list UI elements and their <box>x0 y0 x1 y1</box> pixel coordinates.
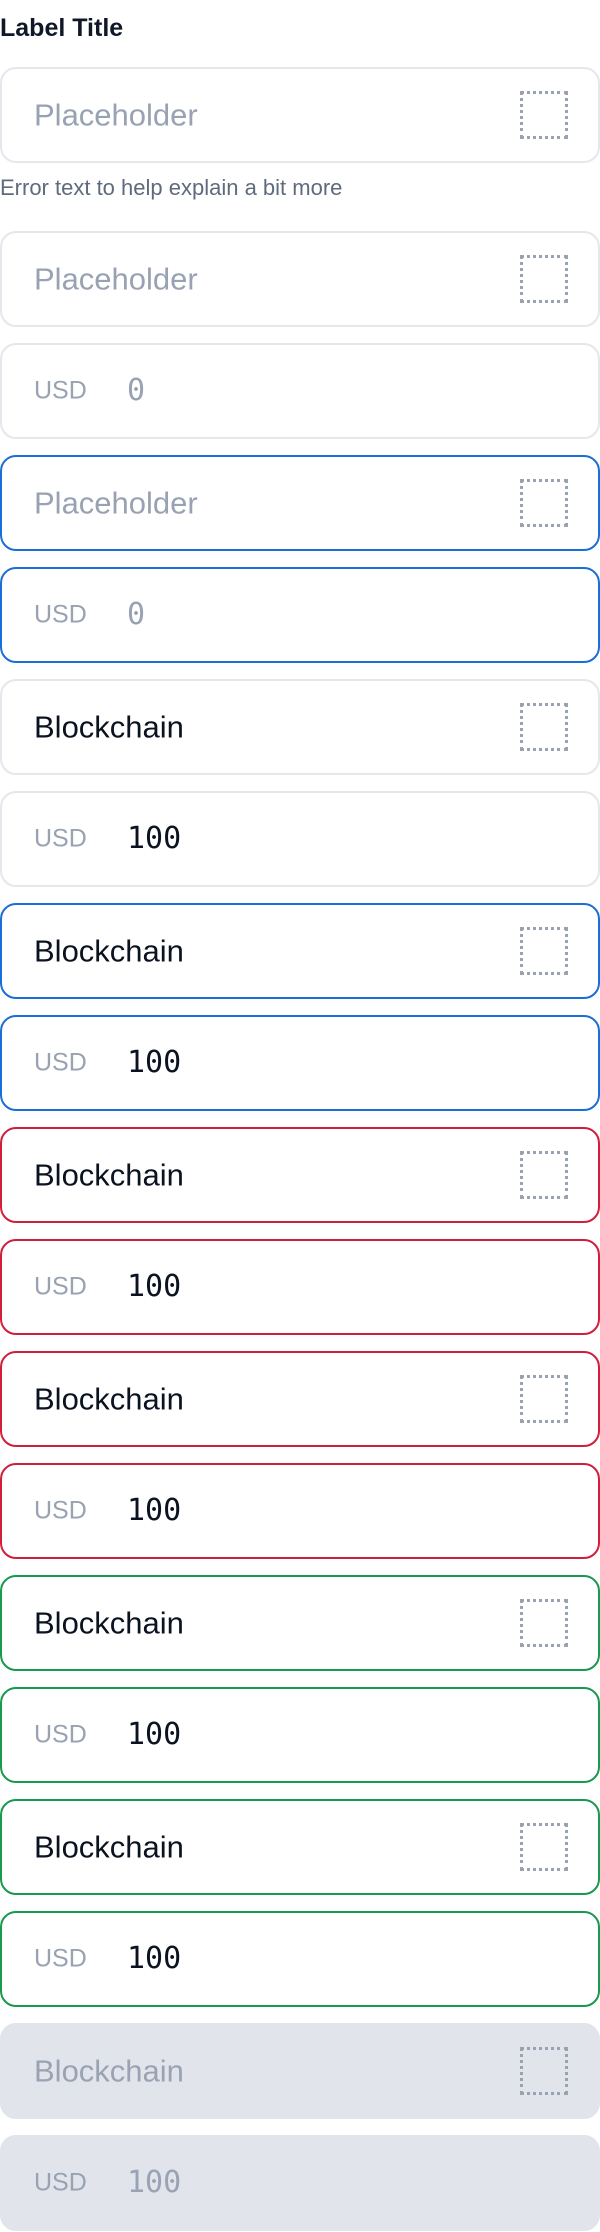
text-field[interactable]: Blockchain <box>0 1575 600 1671</box>
field-text: Blockchain <box>34 1605 184 1641</box>
text-field[interactable]: Blockchain <box>0 1351 600 1447</box>
currency-prefix: USD <box>34 600 87 629</box>
currency-prefix: USD <box>34 1944 87 1973</box>
amount-value: 100 <box>127 1717 182 1752</box>
currency-field[interactable]: USD 100 <box>0 1239 600 1335</box>
label-title: Label Title <box>0 14 124 42</box>
currency-field[interactable]: USD 0 <box>0 567 600 663</box>
dotted-square-icon <box>520 703 568 751</box>
currency-field: USD 100 <box>0 2135 600 2231</box>
field-text: Placeholder <box>34 261 198 297</box>
dotted-square-icon <box>520 1151 568 1199</box>
text-field[interactable]: Placeholder <box>0 231 600 327</box>
text-field[interactable]: Placeholder <box>0 455 600 551</box>
field-text: Placeholder <box>34 97 198 133</box>
currency-prefix: USD <box>34 1720 87 1749</box>
dotted-square-icon <box>520 1599 568 1647</box>
text-field: Blockchain <box>0 2023 600 2119</box>
currency-prefix: USD <box>34 1272 87 1301</box>
currency-prefix: USD <box>34 376 87 405</box>
field-text: Blockchain <box>34 1157 184 1193</box>
currency-prefix: USD <box>34 1496 87 1525</box>
amount-value: 0 <box>127 373 146 408</box>
text-field[interactable]: Blockchain <box>0 1127 600 1223</box>
field-text: Blockchain <box>34 2053 184 2089</box>
currency-field[interactable]: USD 100 <box>0 791 600 887</box>
dotted-square-icon <box>520 255 568 303</box>
dotted-square-icon <box>520 479 568 527</box>
amount-value: 0 <box>127 597 146 632</box>
amount-value: 100 <box>127 2165 182 2200</box>
text-field[interactable]: Blockchain <box>0 903 600 999</box>
text-field[interactable]: Blockchain <box>0 1799 600 1895</box>
dotted-square-icon <box>520 1823 568 1871</box>
amount-value: 100 <box>127 1941 182 1976</box>
dotted-square-icon <box>520 91 568 139</box>
dotted-square-icon <box>520 927 568 975</box>
field-text: Blockchain <box>34 1381 184 1417</box>
text-field[interactable]: Blockchain <box>0 679 600 775</box>
currency-field[interactable]: USD 100 <box>0 1911 600 2007</box>
dotted-square-icon <box>520 1375 568 1423</box>
currency-field[interactable]: USD 100 <box>0 1687 600 1783</box>
currency-prefix: USD <box>34 2168 87 2197</box>
amount-value: 100 <box>127 1269 182 1304</box>
field-text: Blockchain <box>34 933 184 969</box>
currency-field[interactable]: USD 0 <box>0 343 600 439</box>
amount-value: 100 <box>127 1493 182 1528</box>
currency-prefix: USD <box>34 1048 87 1077</box>
amount-value: 100 <box>127 1045 182 1080</box>
error-helper-text: Error text to help explain a bit more <box>0 175 343 200</box>
text-field[interactable]: Placeholder <box>0 67 600 163</box>
field-text: Blockchain <box>34 709 184 745</box>
currency-prefix: USD <box>34 824 87 853</box>
currency-field[interactable]: USD 100 <box>0 1463 600 1559</box>
field-text: Placeholder <box>34 485 198 521</box>
dotted-square-icon <box>520 2047 568 2095</box>
field-text: Blockchain <box>34 1829 184 1865</box>
currency-field[interactable]: USD 100 <box>0 1015 600 1111</box>
amount-value: 100 <box>127 821 182 856</box>
